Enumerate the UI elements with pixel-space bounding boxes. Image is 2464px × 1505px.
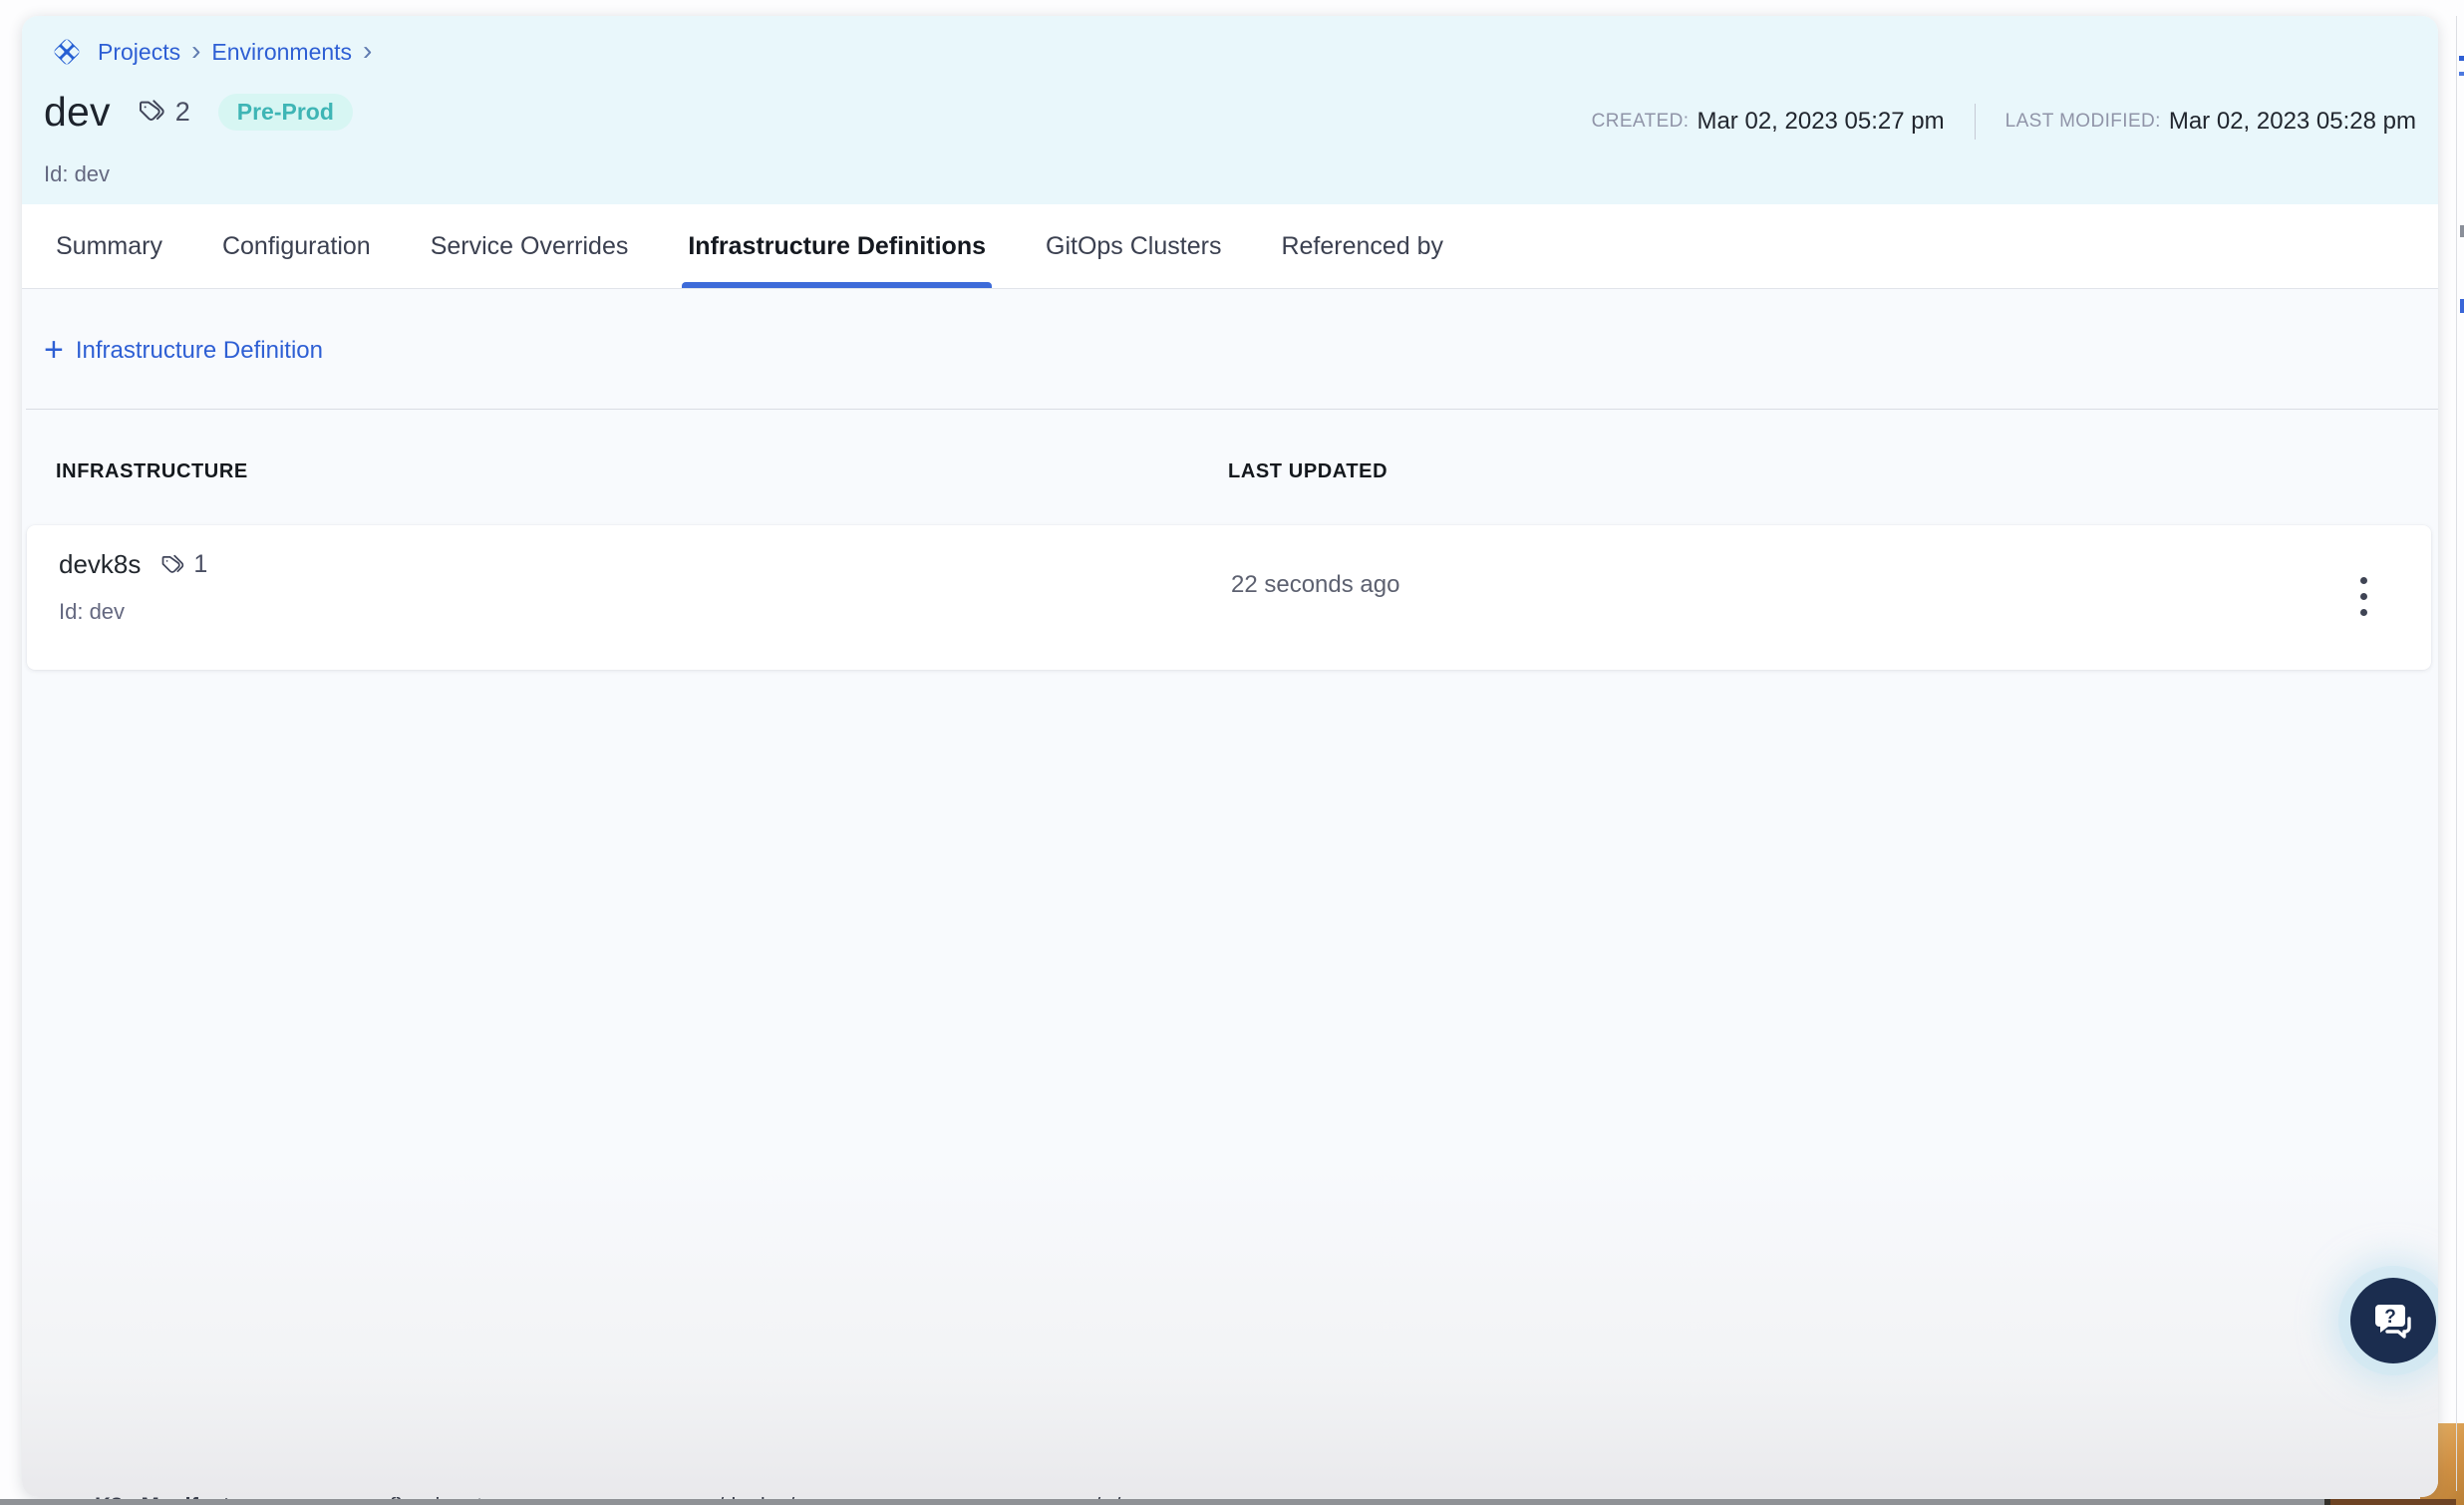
created-value: Mar 02, 2023 05:27 pm — [1696, 108, 1944, 136]
tag-count: 1 — [193, 550, 207, 579]
meta-divider — [1975, 104, 1976, 140]
app-window: Projects › Environments › dev 2 Pre-Prod… — [22, 16, 2438, 1497]
kebab-menu-icon — [2360, 577, 2367, 584]
last-modified-value: Mar 02, 2023 05:28 pm — [2169, 108, 2416, 136]
tags-icon — [159, 551, 187, 579]
environment-id: Id: dev — [44, 161, 110, 187]
chevron-right-icon: › — [362, 39, 373, 66]
breadcrumb: Projects › Environments › — [50, 32, 373, 72]
add-button-label: Infrastructure Definition — [76, 337, 323, 365]
tag-count: 2 — [175, 97, 190, 128]
tags-counter: 1 — [159, 550, 207, 579]
infrastructure-definitions-panel: + Infrastructure Definition INFRASTRUCTU… — [22, 289, 2438, 1497]
tab-service-overrides[interactable]: Service Overrides — [425, 204, 635, 288]
svg-text:?: ? — [2384, 1307, 2396, 1328]
environment-header: Projects › Environments › dev 2 Pre-Prod… — [22, 16, 2438, 204]
background-window-edge — [2330, 1499, 2456, 1505]
project-logo-icon — [50, 35, 84, 69]
add-infrastructure-definition-button[interactable]: + Infrastructure Definition — [44, 337, 323, 365]
breadcrumb-link-projects[interactable]: Projects — [98, 39, 180, 66]
help-chat-button[interactable]: ? — [2350, 1278, 2436, 1363]
infrastructure-name-line: devk8s 1 — [59, 549, 207, 580]
background-window-edge — [0, 1499, 2324, 1505]
chevron-right-icon: › — [190, 39, 201, 66]
tab-gitops-clusters[interactable]: GitOps Clusters — [1040, 204, 1227, 288]
table-header: INFRASTRUCTURE LAST UPDATED — [22, 460, 2438, 490]
breadcrumb-link-environments[interactable]: Environments — [211, 39, 352, 66]
tags-counter: 2 — [137, 96, 190, 128]
environment-tabbar: Summary Configuration Service Overrides … — [22, 204, 2438, 289]
tab-configuration[interactable]: Configuration — [216, 204, 377, 288]
table-row[interactable]: devk8s 1 Id: dev 22 seconds ago — [27, 525, 2431, 670]
last-modified-label: LAST MODIFIED: — [2005, 111, 2161, 133]
tags-icon — [137, 96, 168, 128]
divider — [26, 409, 2438, 410]
background-window-right-sliver — [2456, 0, 2464, 1505]
environment-title-row: dev 2 Pre-Prod — [44, 86, 353, 138]
infrastructure-id: Id: dev — [59, 599, 125, 625]
tab-summary[interactable]: Summary — [50, 204, 168, 288]
tab-infrastructure-definitions[interactable]: Infrastructure Definitions — [682, 204, 992, 288]
column-header-infrastructure: INFRASTRUCTURE — [56, 460, 248, 483]
infrastructure-name: devk8s — [59, 549, 141, 580]
tab-referenced-by[interactable]: Referenced by — [1275, 204, 1449, 288]
env-type-badge: Pre-Prod — [218, 94, 353, 131]
chat-question-icon: ? — [2369, 1297, 2417, 1345]
row-options-menu-button[interactable] — [2335, 563, 2391, 629]
created-label: CREATED: — [1592, 111, 1690, 133]
plus-icon: + — [44, 338, 64, 362]
page-title: dev — [44, 89, 111, 136]
last-updated-value: 22 seconds ago — [1231, 571, 1399, 599]
environment-meta: CREATED: Mar 02, 2023 05:27 pm LAST MODI… — [1592, 104, 2416, 140]
column-header-last-updated: LAST UPDATED — [1228, 460, 1387, 483]
